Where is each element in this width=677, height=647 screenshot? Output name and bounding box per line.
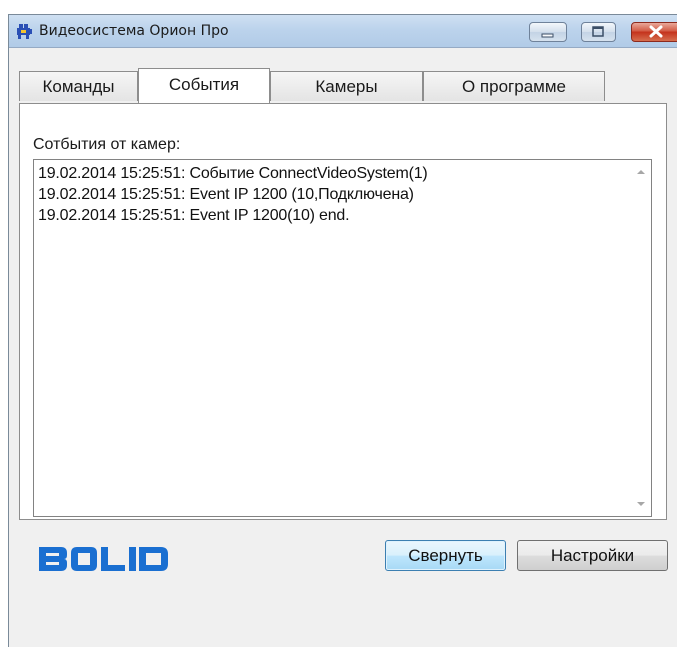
minimize-to-tray-button[interactable]: Свернуть [385, 540, 506, 571]
window-title: Видеосистема Орион Про [39, 23, 229, 39]
maximize-button[interactable] [581, 22, 616, 42]
tab-events[interactable]: События [138, 68, 270, 103]
maximize-icon [592, 26, 604, 37]
event-log-list[interactable]: 19.02.2014 15:25:51: Событие ConnectVide… [33, 159, 652, 517]
tab-about[interactable]: О программе [423, 71, 605, 101]
close-icon [649, 25, 663, 38]
bolid-logo [37, 545, 171, 573]
scroll-up-arrow-icon[interactable] [637, 170, 645, 174]
events-list-label: Сотбытия от камер: [33, 136, 181, 153]
scroll-down-arrow-icon[interactable] [637, 502, 645, 506]
minimize-button[interactable] [529, 22, 567, 42]
settings-button[interactable]: Настройки [517, 540, 668, 571]
close-button[interactable] [631, 22, 677, 42]
tab-commands[interactable]: Команды [19, 71, 138, 101]
tab-strip: Команды События Камеры О программе [19, 68, 659, 104]
vertical-scrollbar[interactable] [631, 161, 650, 515]
log-entry: 19.02.2014 15:25:51: Событие ConnectVide… [38, 165, 428, 182]
log-entry: 19.02.2014 15:25:51: Event IP 1200(10) e… [38, 207, 350, 224]
minimize-icon [541, 33, 554, 38]
video-camera-app-icon [15, 22, 33, 40]
title-bar[interactable]: Видеосистема Орион Про [9, 15, 677, 48]
app-window: Видеосистема Орион Про Команды События К… [8, 14, 677, 647]
log-entry: 19.02.2014 15:25:51: Event IP 1200 (10,П… [38, 186, 414, 203]
tab-cameras[interactable]: Камеры [270, 71, 423, 101]
